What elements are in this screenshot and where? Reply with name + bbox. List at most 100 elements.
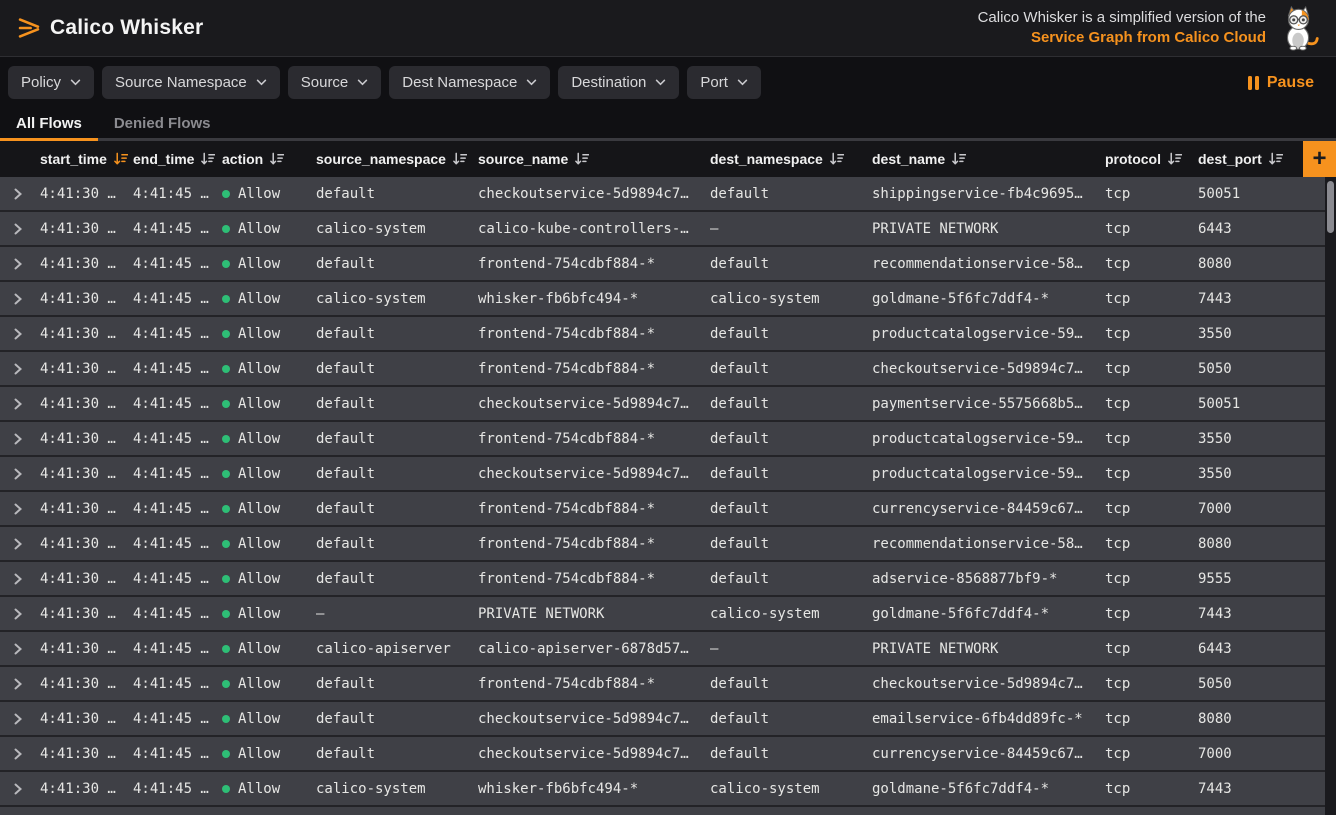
row-expander-chevron[interactable]: [12, 608, 40, 620]
row-expander-chevron[interactable]: [12, 748, 40, 760]
cell-end_time: 4:41:45 …: [133, 571, 222, 587]
row-expander-chevron[interactable]: [12, 783, 40, 795]
allow-status-dot: [222, 505, 230, 513]
cell-protocol: tcp: [1105, 536, 1198, 552]
sort-icon: [1268, 152, 1283, 166]
row-expander-chevron[interactable]: [12, 258, 40, 270]
row-expander-chevron[interactable]: [12, 433, 40, 445]
filter-port[interactable]: Port: [687, 66, 761, 99]
table-row[interactable]: 4:41:30 …4:41:45 …Allowdefaultfrontend-7…: [0, 247, 1325, 282]
action-label: Allow: [238, 396, 280, 412]
cell-source_name: checkoutservice-5d9894c7…: [478, 746, 710, 762]
row-expander-chevron[interactable]: [12, 643, 40, 655]
pause-button[interactable]: Pause: [1240, 74, 1322, 92]
column-header-action[interactable]: action: [222, 151, 316, 167]
cell-end_time: 4:41:45 …: [133, 676, 222, 692]
filter-dest-namespace[interactable]: Dest Namespace: [389, 66, 550, 99]
table-row[interactable]: 4:41:30 …4:41:45 …Allowcalico-systemwhis…: [0, 282, 1325, 317]
column-header-dest_name[interactable]: dest_name: [872, 151, 1105, 167]
row-expander-chevron[interactable]: [12, 713, 40, 725]
action-label: Allow: [238, 501, 280, 517]
row-expander-chevron[interactable]: [12, 188, 40, 200]
table-row[interactable]: 4:41:30 …4:41:45 …Allowcalico-systemwhis…: [0, 772, 1325, 807]
chevron-right-icon: [12, 398, 24, 410]
row-expander-chevron[interactable]: [12, 503, 40, 515]
row-expander-chevron[interactable]: [12, 573, 40, 585]
table-body-wrap: 4:41:30 …4:41:45 …Allowdefaultcheckoutse…: [0, 177, 1336, 815]
table-row[interactable]: 4:41:30 …4:41:45 …Allowdefaultcheckoutse…: [0, 457, 1325, 492]
cell-source_namespace: –: [316, 606, 478, 622]
filter-policy[interactable]: Policy: [8, 66, 94, 99]
chevron-down-icon: [357, 79, 368, 86]
column-header-source_name[interactable]: source_name: [478, 151, 710, 167]
row-expander-chevron[interactable]: [12, 328, 40, 340]
service-graph-link[interactable]: Service Graph from Calico Cloud: [978, 28, 1266, 48]
cell-source_namespace: default: [316, 256, 478, 272]
cell-protocol: tcp: [1105, 256, 1198, 272]
cell-action: Allow: [222, 361, 316, 377]
column-header-start_time[interactable]: start_time: [40, 151, 133, 167]
table-header: start_timeend_timeactionsource_namespace…: [0, 141, 1336, 177]
cell-protocol: tcp: [1105, 746, 1198, 762]
scrollbar-thumb[interactable]: [1327, 181, 1334, 233]
cell-source_name: whisker-fb6bfc494-*: [478, 781, 710, 797]
cell-dest_namespace: default: [710, 501, 872, 517]
cell-protocol: tcp: [1105, 466, 1198, 482]
row-expander-chevron[interactable]: [12, 293, 40, 305]
cell-source_name: frontend-754cdbf884-*: [478, 326, 710, 342]
column-header-end_time[interactable]: end_time: [133, 151, 222, 167]
column-header-source_namespace[interactable]: source_namespace: [316, 151, 478, 167]
cell-source_namespace: default: [316, 186, 478, 202]
table-row[interactable]: 4:41:30 …4:41:45 …Allowcalico-systemcali…: [0, 212, 1325, 247]
cell-source_namespace: calico-system: [316, 291, 478, 307]
table-row[interactable]: 4:41:30 …4:41:45 …Allowdefaultfrontend-7…: [0, 527, 1325, 562]
cell-source_name: checkoutservice-5d9894c7…: [478, 711, 710, 727]
table-row[interactable]: 4:41:30 …4:41:45 …Allowdefaultfrontend-7…: [0, 422, 1325, 457]
row-expander-chevron[interactable]: [12, 363, 40, 375]
row-expander-chevron[interactable]: [12, 678, 40, 690]
cell-action: Allow: [222, 746, 316, 762]
row-expander-chevron[interactable]: [12, 398, 40, 410]
tab-all-flows[interactable]: All Flows: [0, 108, 98, 141]
table-row[interactable]: 4:41:30 …4:41:45 …Allowdefaultfrontend-7…: [0, 317, 1325, 352]
table-row[interactable]: 4:41:30 …4:41:45 …Allowdefaultfrontend-7…: [0, 667, 1325, 702]
table-row[interactable]: 4:41:30 …4:41:45 …Allowdefaultcheckoutse…: [0, 737, 1325, 772]
cell-dest_name: recommendationservice-58…: [872, 536, 1105, 552]
cell-action: Allow: [222, 501, 316, 517]
filter-source-namespace[interactable]: Source Namespace: [102, 66, 280, 99]
action-label: Allow: [238, 746, 280, 762]
action-label: Allow: [238, 326, 280, 342]
table-row[interactable]: 4:41:30 …4:41:45 …Allowdefaultcheckoutse…: [0, 387, 1325, 422]
cell-dest_namespace: default: [710, 431, 872, 447]
table-row[interactable]: 4:41:30 …4:41:45 …Allowdefaultfrontend-7…: [0, 492, 1325, 527]
column-header-protocol[interactable]: protocol: [1105, 151, 1198, 167]
filter-source[interactable]: Source: [288, 66, 382, 99]
scrollbar[interactable]: [1325, 177, 1336, 815]
cell-end_time: 4:41:45 …: [133, 711, 222, 727]
table-row[interactable]: 4:41:30 …4:41:45 …Allow–PRIVATE NETWORKc…: [0, 597, 1325, 632]
cell-protocol: tcp: [1105, 606, 1198, 622]
cell-dest_namespace: default: [710, 571, 872, 587]
table-row[interactable]: 4:41:30 …4:41:45 …Allowcalico-apiserverc…: [0, 632, 1325, 667]
allow-status-dot: [222, 750, 230, 758]
cell-dest_name: checkoutservice-5d9894c7…: [872, 361, 1105, 377]
cell-protocol: tcp: [1105, 676, 1198, 692]
column-header-dest_port[interactable]: dest_port: [1198, 151, 1303, 167]
filter-destination[interactable]: Destination: [558, 66, 679, 99]
table-row[interactable]: 4:41:30 …4:41:45 …Allowdefaultcheckoutse…: [0, 702, 1325, 737]
cell-dest_name: goldmane-5f6fc7ddf4-*: [872, 291, 1105, 307]
column-header-dest_namespace[interactable]: dest_namespace: [710, 151, 872, 167]
add-column-button[interactable]: +: [1303, 141, 1336, 177]
action-label: Allow: [238, 291, 280, 307]
cell-source_namespace: default: [316, 711, 478, 727]
cell-end_time: 4:41:45 …: [133, 781, 222, 797]
table-row[interactable]: 4:41:30 …4:41:45 …Allowdefaultfrontend-7…: [0, 352, 1325, 387]
cell-end_time: 4:41:45 …: [133, 361, 222, 377]
cell-dest_name: shippingservice-fb4c9695…: [872, 186, 1105, 202]
row-expander-chevron[interactable]: [12, 468, 40, 480]
tab-denied-flows[interactable]: Denied Flows: [98, 108, 227, 141]
table-row[interactable]: 4:41:30 …4:41:45 …Allowdefaultcheckoutse…: [0, 177, 1325, 212]
row-expander-chevron[interactable]: [12, 538, 40, 550]
row-expander-chevron[interactable]: [12, 223, 40, 235]
table-row[interactable]: 4:41:30 …4:41:45 …Allowdefaultfrontend-7…: [0, 562, 1325, 597]
